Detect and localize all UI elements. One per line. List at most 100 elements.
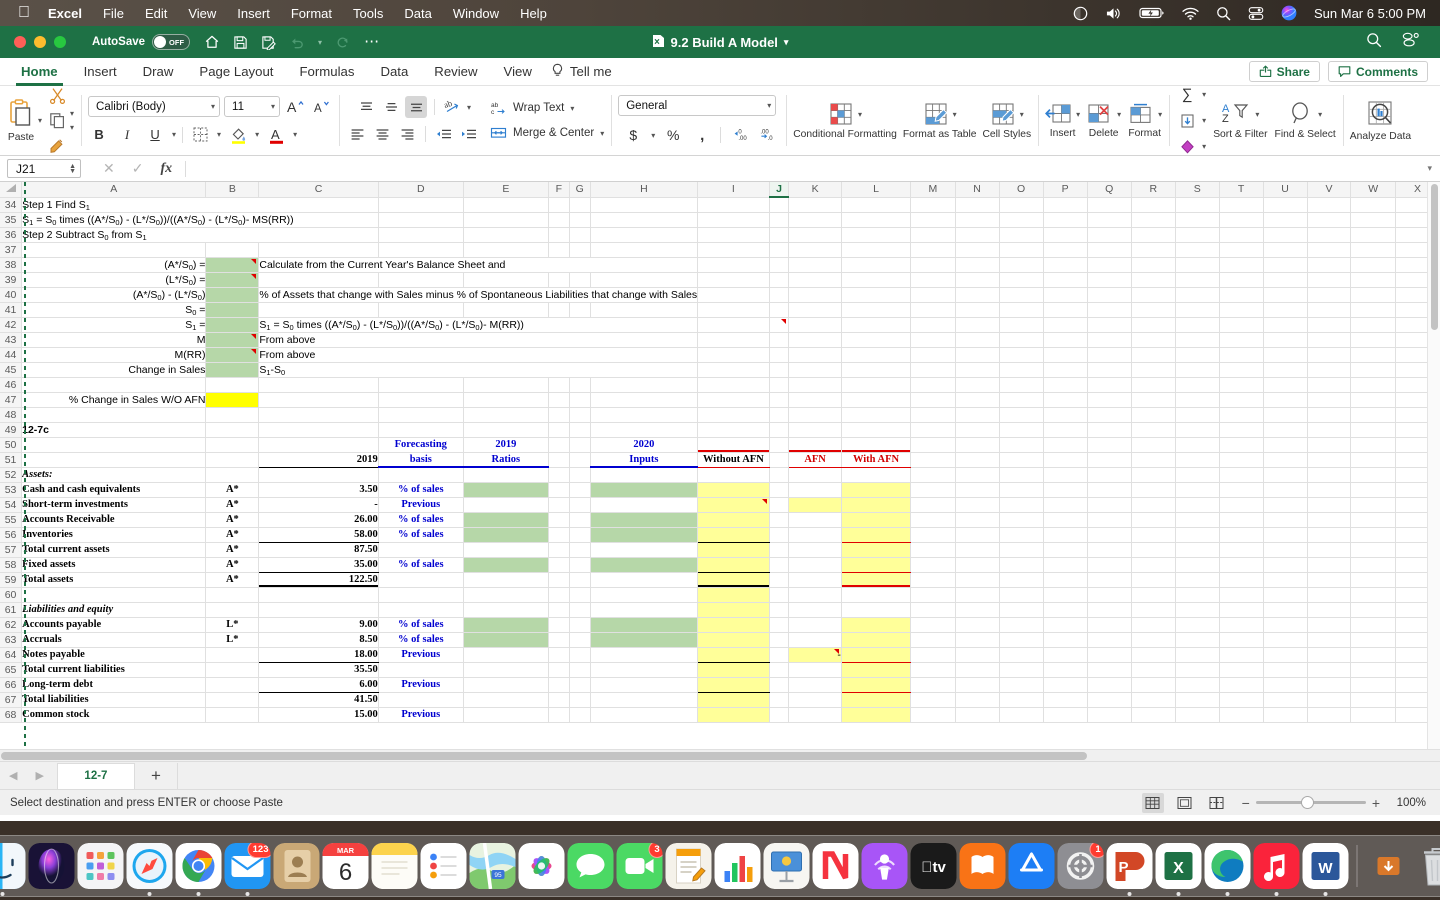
table-row[interactable]: 52 Assets: (0, 467, 1440, 483)
cell-I54[interactable] (697, 497, 770, 513)
row-header-66[interactable]: 66 (0, 677, 23, 693)
cell-U44[interactable] (1263, 347, 1308, 363)
cell-H49[interactable] (590, 422, 699, 438)
cell-T45[interactable] (1219, 362, 1264, 378)
cell-B42[interactable] (205, 317, 260, 333)
cell-M38[interactable] (910, 257, 956, 273)
tab-home[interactable]: Home (8, 58, 71, 86)
cell-W68[interactable] (1350, 707, 1396, 723)
cell-M62[interactable] (910, 617, 956, 633)
cell-Q37[interactable] (1087, 242, 1132, 258)
chevron-down-icon[interactable]: ▾ (172, 130, 176, 139)
cell-N46[interactable] (955, 377, 1000, 393)
decrease-decimal-icon[interactable]: 0.00 (728, 124, 750, 146)
cell-C61[interactable] (258, 602, 379, 618)
cell-J48[interactable] (769, 407, 790, 423)
cell-B44[interactable] (205, 347, 260, 363)
text-orientation-icon[interactable]: ab (442, 96, 464, 118)
cell-C52[interactable] (258, 467, 379, 483)
dock-item-edge[interactable] (1204, 843, 1251, 896)
cell-W56[interactable] (1350, 527, 1396, 543)
formula-input[interactable] (185, 160, 1407, 177)
cell-W43[interactable] (1350, 332, 1396, 348)
chevron-down-icon[interactable]: ▾ (211, 102, 215, 111)
cell-U53[interactable] (1263, 482, 1308, 498)
cell-Q41[interactable] (1087, 302, 1132, 318)
right-arrow-icon[interactable]: ▶ (26, 769, 52, 782)
cell-I51[interactable]: Without AFN (697, 452, 770, 468)
cell-P43[interactable] (1043, 332, 1088, 348)
copy-icon[interactable] (46, 110, 68, 132)
column-header-C[interactable]: C (258, 182, 379, 198)
cell-J47[interactable] (769, 392, 790, 408)
cell-D61[interactable] (378, 602, 464, 618)
cell-V66[interactable] (1307, 677, 1352, 693)
cell-C49[interactable] (258, 422, 379, 438)
cell-P45[interactable] (1043, 362, 1088, 378)
chevron-down-icon[interactable]: ▾ (217, 130, 221, 139)
cell-F56[interactable] (548, 527, 570, 543)
cell-O39[interactable] (999, 272, 1044, 288)
cell-L35[interactable] (841, 212, 912, 228)
cell-D68[interactable]: Previous (378, 707, 464, 723)
row-header-50[interactable]: 50 (0, 437, 23, 453)
cell-S35[interactable] (1175, 212, 1220, 228)
cell-U60[interactable] (1263, 587, 1308, 603)
cell-P51[interactable] (1043, 452, 1088, 468)
cell-V62[interactable] (1307, 617, 1352, 633)
cell-U63[interactable] (1263, 632, 1308, 648)
cell-D34[interactable] (378, 197, 464, 213)
cell-M40[interactable] (910, 287, 956, 303)
cell-K51[interactable]: AFN (788, 452, 842, 468)
dock-item-reminders[interactable] (420, 843, 467, 889)
vertical-scrollbar[interactable] (1427, 182, 1440, 749)
cell-S47[interactable] (1175, 392, 1220, 408)
row-header-42[interactable]: 42 (0, 317, 23, 333)
powerpoint-icon[interactable]: P (1106, 843, 1153, 889)
cell-L34[interactable] (841, 197, 912, 213)
music-icon[interactable] (1253, 843, 1300, 889)
cell-V51[interactable] (1307, 452, 1352, 468)
maps-icon[interactable]: 95 (469, 843, 516, 889)
cell-Q66[interactable] (1087, 677, 1132, 693)
cell-O40[interactable] (999, 287, 1044, 303)
cell-A48[interactable] (21, 407, 207, 423)
cell-U56[interactable] (1263, 527, 1308, 543)
cell-W51[interactable] (1350, 452, 1396, 468)
cell-O49[interactable] (999, 422, 1044, 438)
contacts-icon[interactable] (273, 843, 320, 889)
cell-E49[interactable] (463, 422, 549, 438)
cell-K42[interactable] (788, 317, 842, 333)
cell-N40[interactable] (955, 287, 1000, 303)
cell-V39[interactable] (1307, 272, 1352, 288)
cell-F55[interactable] (548, 512, 570, 528)
cell-T64[interactable] (1219, 647, 1264, 663)
row-header-34[interactable]: 34 (0, 197, 23, 213)
cell-T43[interactable] (1219, 332, 1264, 348)
cell-S41[interactable] (1175, 302, 1220, 318)
column-header-J[interactable]: J (769, 182, 790, 198)
cell-W60[interactable] (1350, 587, 1396, 603)
cell-N45[interactable] (955, 362, 1000, 378)
cell-V67[interactable] (1307, 692, 1352, 708)
cell-T50[interactable] (1219, 437, 1264, 453)
cell-A37[interactable] (21, 242, 207, 258)
cell-S68[interactable] (1175, 707, 1220, 723)
cell-R54[interactable] (1131, 497, 1176, 513)
cell-K48[interactable] (788, 407, 842, 423)
column-header-O[interactable]: O (999, 182, 1044, 198)
cell-W34[interactable] (1350, 197, 1396, 213)
cell-P44[interactable] (1043, 347, 1088, 363)
cell-I64[interactable] (697, 647, 770, 663)
cell-R52[interactable] (1131, 467, 1176, 483)
cell-J59[interactable] (769, 572, 790, 588)
merge-center-button[interactable]: Merge & Center ▾ (490, 125, 604, 141)
cell-W63[interactable] (1350, 632, 1396, 648)
cell-B56[interactable]: A* (205, 527, 260, 543)
cell-F64[interactable] (548, 647, 570, 663)
cell-B46[interactable] (205, 377, 260, 393)
cell-Q39[interactable] (1087, 272, 1132, 288)
row-header-49[interactable]: 49 (0, 422, 23, 438)
cell-V57[interactable] (1307, 542, 1352, 558)
align-bottom-icon[interactable] (405, 96, 428, 118)
